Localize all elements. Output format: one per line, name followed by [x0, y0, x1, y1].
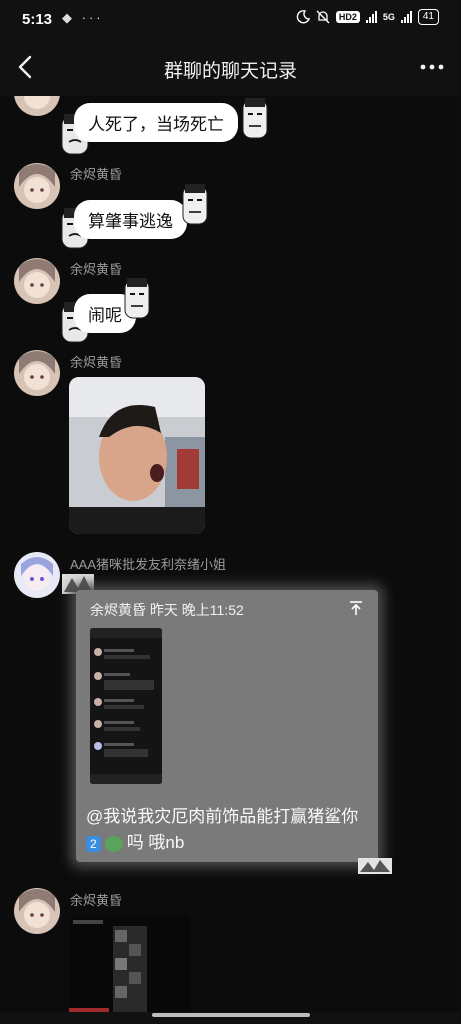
image-message[interactable] — [69, 377, 205, 534]
hd-badge: HD2 — [335, 11, 360, 23]
avatar[interactable] — [14, 350, 60, 396]
nav-bar: 群聊的聊天记录 — [0, 40, 461, 96]
sender-name: 余烬黄昏 — [70, 262, 123, 277]
avatar[interactable] — [14, 552, 60, 598]
green-emoji-icon — [104, 835, 123, 852]
moon-icon — [296, 10, 310, 24]
more-icon[interactable] — [417, 54, 447, 80]
notification-icons: ◆ ··· — [62, 10, 104, 25]
avatar[interactable] — [14, 163, 60, 209]
quoted-message-card[interactable]: 余烬黄昏 昨天 晚上11:52 @我说我灾厄肉前饰品能打赢猪鲨你 2 吗 哦nb — [76, 590, 378, 862]
battery-icon: 41 — [417, 9, 439, 25]
sticker-icon — [358, 858, 392, 874]
avatar[interactable] — [14, 96, 60, 116]
quote-text-part: @我说我灾厄肉前饰品能打赢猪鲨你 — [86, 807, 359, 826]
avatar[interactable] — [14, 888, 60, 934]
status-time: 5:13 — [22, 11, 53, 28]
sender-name: 余烬黄昏 — [70, 355, 123, 370]
sender-name: 余烬黄昏 — [70, 893, 123, 908]
quote-header: 余烬黄昏 昨天 晚上11:52 — [90, 602, 244, 618]
message-bubble[interactable]: 人死了，当场死亡 — [74, 103, 238, 142]
number-badge: 2 — [86, 835, 101, 852]
screenshot-thumbnail[interactable] — [90, 628, 162, 784]
meme-face-icon — [182, 184, 208, 225]
sender-name: 余烬黄昏 — [70, 167, 123, 182]
quote-text-part: 吗 哦nb — [126, 833, 185, 852]
signal-icon — [365, 11, 377, 23]
sender-name: AAA猪咪批发友利奈绪小姐 — [70, 557, 227, 572]
avatar[interactable] — [14, 258, 60, 304]
mute-icon — [316, 10, 330, 24]
image-message[interactable] — [69, 916, 191, 1012]
status-bar: 5:13 ◆ ··· HD2 5G 41 — [0, 0, 461, 40]
network-type: 5G — [382, 12, 395, 22]
quote-text: @我说我灾厄肉前饰品能打赢猪鲨你 2 吗 哦nb — [86, 804, 372, 856]
meme-face-icon — [124, 278, 150, 319]
meme-face-icon — [242, 98, 268, 139]
message-bubble[interactable]: 算肇事逃逸 — [74, 200, 187, 239]
pin-top-icon[interactable] — [348, 600, 364, 616]
chat-history[interactable]: 人死了，当场死亡 余烬黄昏 算肇事逃逸 余烬黄昏 闹呢 余烬黄昏 AAA猪咪批发… — [0, 96, 461, 1012]
status-right-group: HD2 5G 41 — [296, 9, 439, 25]
home-indicator[interactable] — [152, 1013, 310, 1017]
page-title: 群聊的聊天记录 — [163, 61, 297, 82]
signal-icon-2 — [400, 11, 412, 23]
